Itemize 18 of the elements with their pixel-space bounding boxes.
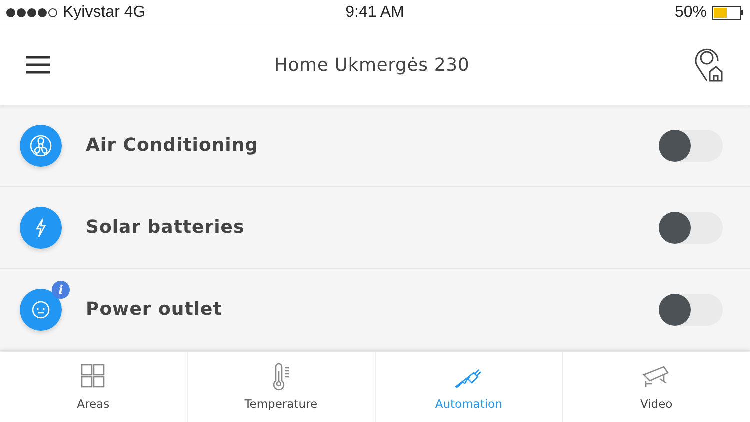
toggle-switch[interactable]	[659, 130, 723, 162]
clock-text: 9:41 AM	[346, 4, 404, 22]
battery-percent: 50%	[674, 4, 707, 22]
toggle-switch[interactable]	[659, 212, 723, 244]
fan-icon	[30, 134, 52, 156]
menu-icon[interactable]	[24, 54, 52, 76]
carrier-text: Kyivstar 4G	[63, 4, 146, 22]
device-name: Solar batteries	[86, 217, 246, 238]
signal-icon	[6, 8, 58, 18]
header-title: Home Ukmergės 230	[274, 54, 470, 76]
tab[interactable]: Areas	[0, 352, 188, 422]
toggle-switch[interactable]	[659, 294, 723, 326]
device-name: Air Conditioning	[86, 135, 260, 156]
tab[interactable]: Video	[563, 352, 750, 422]
tab[interactable]: Temperature	[188, 352, 376, 422]
info-badge[interactable]: i	[52, 280, 70, 298]
battery-icon	[712, 6, 744, 20]
device-name: Power outlet	[86, 299, 224, 320]
